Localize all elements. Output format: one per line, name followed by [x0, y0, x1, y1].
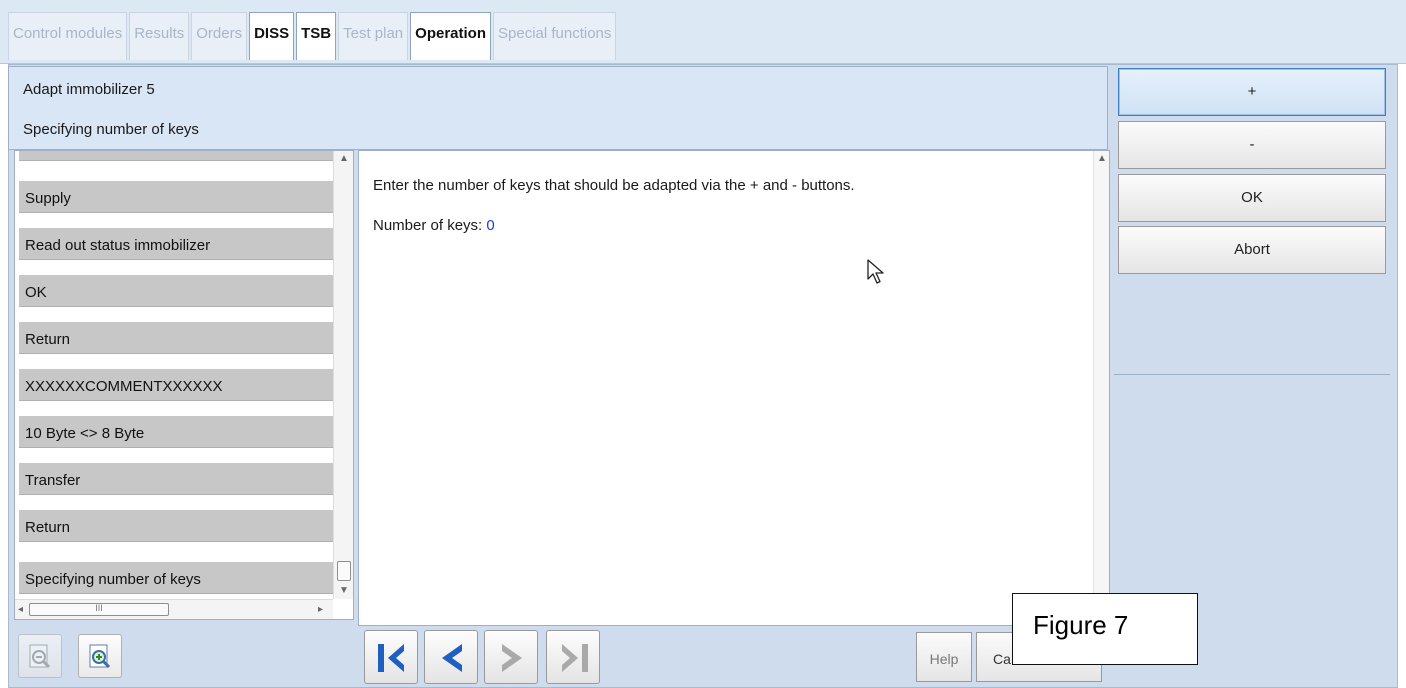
tab-special-functions[interactable]: Special functions	[493, 12, 617, 60]
horizontal-scroll-thumb[interactable]: III	[29, 603, 169, 616]
first-page-icon	[378, 644, 404, 672]
tab-test-plan[interactable]: Test plan	[338, 12, 409, 60]
first-step-button[interactable]	[364, 630, 418, 684]
previous-page-icon	[442, 644, 462, 672]
step-item-comment[interactable]: XXXXXXCOMMENTXXXXXX	[19, 369, 333, 401]
minus-button[interactable]: -	[1118, 121, 1386, 169]
instruction-text: Enter the number of keys that should be …	[373, 177, 855, 194]
step-item-read-status[interactable]: Read out status immobilizer	[19, 228, 333, 260]
step-item-partial[interactable]: Return	[19, 151, 333, 161]
last-step-button[interactable]	[546, 630, 600, 684]
tab-control-modules[interactable]: Control modules	[8, 12, 128, 60]
tab-diss[interactable]: DISS	[249, 12, 295, 60]
step-list-vertical-scrollbar[interactable]: ▲ ▼	[333, 151, 353, 599]
procedure-subtitle: Specifying number of keys	[23, 121, 199, 138]
step-item-specifying-keys[interactable]: Specifying number of keys	[19, 562, 333, 594]
tab-orders[interactable]: Orders	[191, 12, 248, 60]
step-list-horizontal-scrollbar[interactable]: ◂ III ▸	[15, 599, 333, 619]
tab-operation[interactable]: Operation	[410, 12, 491, 60]
abort-button[interactable]: Abort	[1118, 226, 1386, 274]
zoom-out-icon	[29, 644, 51, 669]
ok-button[interactable]: OK	[1118, 174, 1386, 222]
instruction-panel: Enter the number of keys that should be …	[358, 150, 1110, 626]
scroll-right-icon[interactable]: ▸	[318, 604, 323, 615]
scroll-up-icon[interactable]: ▲	[339, 153, 349, 164]
figure-label: Figure 7	[1012, 593, 1198, 665]
next-step-button[interactable]	[484, 630, 538, 684]
vertical-scroll-thumb[interactable]	[337, 561, 351, 581]
step-list: Return Supply Read out status immobilize…	[14, 150, 354, 620]
zoom-in-icon	[89, 644, 111, 669]
step-item-transfer[interactable]: Transfer	[19, 463, 333, 495]
key-count-line: Number of keys: 0	[373, 217, 495, 234]
zoom-in-button[interactable]	[78, 634, 122, 678]
tab-bar: Control modules Results Orders DISS TSB …	[0, 0, 1406, 64]
zoom-out-button[interactable]	[18, 634, 62, 678]
next-page-icon	[502, 644, 522, 672]
help-button[interactable]: Help	[916, 632, 972, 682]
mouse-cursor-icon	[867, 259, 884, 284]
step-item-byte-convert[interactable]: 10 Byte <> 8 Byte	[19, 416, 333, 448]
action-panel-divider	[1114, 374, 1390, 375]
scroll-down-icon[interactable]: ▼	[339, 585, 349, 596]
tab-tsb[interactable]: TSB	[296, 12, 337, 60]
scroll-left-icon[interactable]: ◂	[18, 604, 23, 615]
step-item-supply[interactable]: Supply	[19, 181, 333, 213]
procedure-title: Adapt immobilizer 5	[23, 81, 155, 98]
content-scroll-up-icon[interactable]: ▲	[1097, 153, 1107, 164]
instruction-vertical-scrollbar[interactable]: ▲	[1093, 151, 1109, 625]
procedure-header: Adapt immobilizer 5 Specifying number of…	[8, 66, 1108, 150]
key-count-value: 0	[486, 217, 495, 234]
last-page-icon	[562, 644, 588, 672]
plus-button[interactable]: +	[1118, 68, 1386, 116]
key-count-label: Number of keys:	[373, 217, 483, 234]
step-item-return-2[interactable]: Return	[19, 510, 333, 542]
step-item-ok[interactable]: OK	[19, 275, 333, 307]
step-item-return[interactable]: Return	[19, 322, 333, 354]
tab-results[interactable]: Results	[129, 12, 190, 60]
previous-step-button[interactable]	[424, 630, 478, 684]
